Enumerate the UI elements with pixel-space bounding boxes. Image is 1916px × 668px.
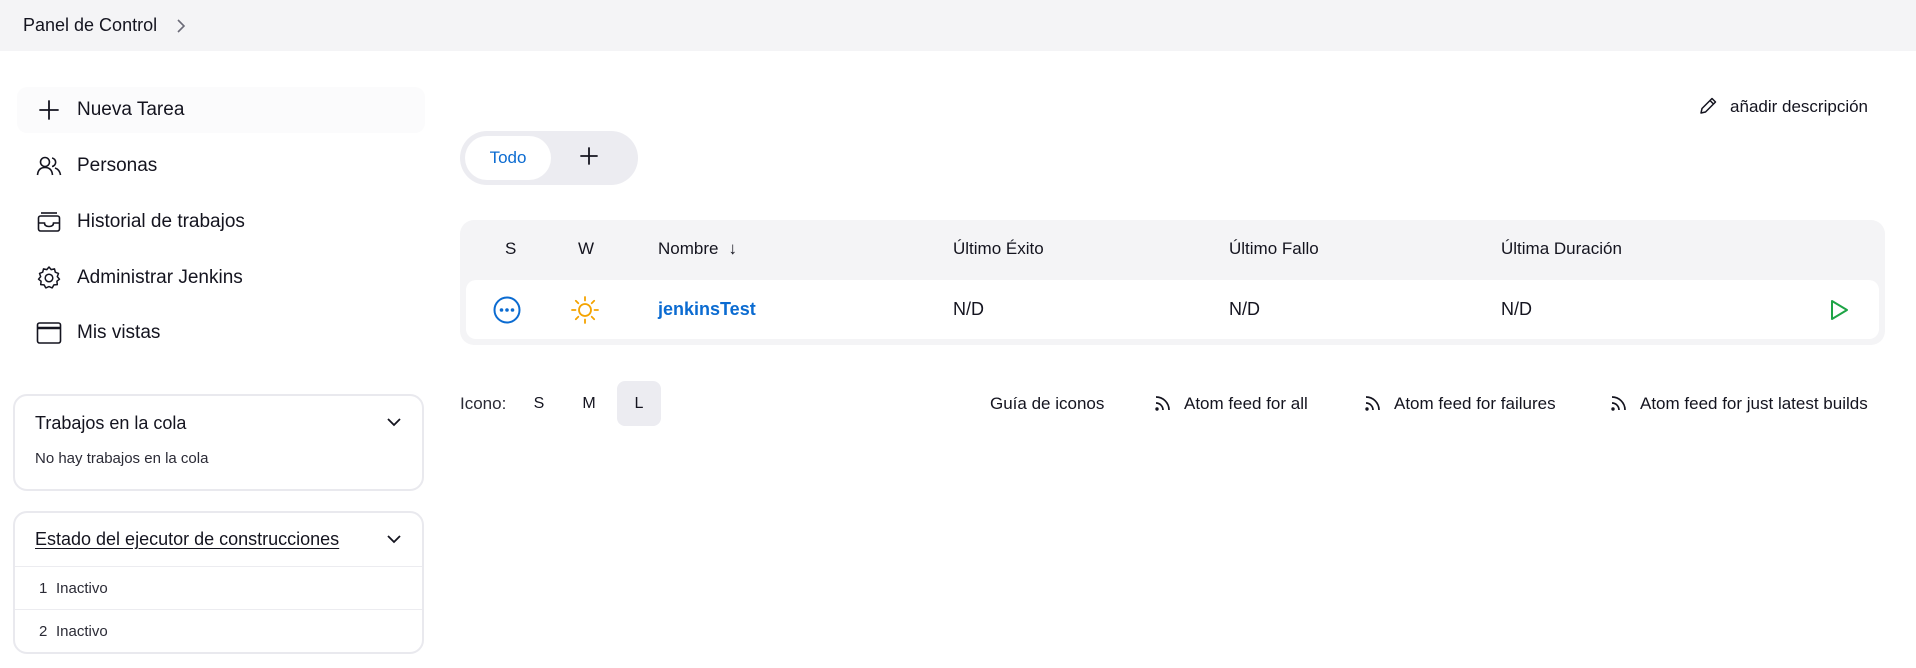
sort-arrow-icon: ↓ [728,239,737,258]
window-icon [35,319,63,347]
chevron-down-icon[interactable] [386,414,402,432]
atom-feed-all-link[interactable]: Atom feed for all [1154,381,1308,426]
sidebar-item-my-views[interactable]: Mis vistas [17,310,425,356]
plus-icon [35,96,63,124]
executor-row: 1 Inactivo [15,566,422,609]
sidebar-item-build-history[interactable]: Historial de trabajos [17,199,425,245]
sidebar-item-new-item[interactable]: Nueva Tarea [17,87,425,133]
breadcrumb: Panel de Control [0,0,1916,51]
people-icon [35,152,63,180]
executor-number: 2 [39,622,48,640]
sidebar-item-people[interactable]: Personas [17,143,425,189]
build-queue-pane: Trabajos en la cola No hay trabajos en l… [13,394,424,491]
column-last-success[interactable]: Último Éxito [953,220,1044,278]
projects-table: S W Nombre ↓ Último Éxito Último Fallo Ú… [460,220,1885,345]
rss-icon [1610,394,1630,414]
executor-status: Inactivo [56,622,108,640]
sidebar-item-label: Administrar Jenkins [77,267,243,288]
column-name-label: Nombre [658,239,719,258]
chevron-down-icon[interactable] [386,531,402,549]
new-view-button[interactable] [559,136,619,180]
icon-size-m-button[interactable]: M [567,381,611,426]
column-status[interactable]: S [505,220,516,278]
view-tabs: Todo [460,131,638,185]
icon-size-l-button[interactable]: L [617,381,661,426]
executor-number: 1 [39,579,48,597]
not-built-icon [492,280,522,339]
run-build-icon[interactable] [1827,280,1851,339]
rss-icon [1154,394,1174,414]
executors-title[interactable]: Estado del ejecutor de construcciones [35,529,339,550]
plus-icon [580,146,598,170]
add-description-label: añadir descripción [1730,97,1868,116]
atom-feed-latest-label: Atom feed for just latest builds [1640,393,1868,413]
breadcrumb-dashboard[interactable]: Panel de Control [23,15,157,36]
build-queue-empty-text: No hay trabajos en la cola [35,450,209,467]
executors-pane: Estado del ejecutor de construcciones 1 … [13,511,424,654]
icon-size-label: Icono: [460,393,507,413]
atom-feed-all-label: Atom feed for all [1184,393,1308,413]
column-last-failure[interactable]: Último Fallo [1229,220,1319,278]
inbox-icon [35,208,63,236]
rss-icon [1364,394,1384,414]
executor-status: Inactivo [56,579,108,597]
sidebar-item-manage-jenkins[interactable]: Administrar Jenkins [17,255,425,301]
sidebar-item-label: Historial de trabajos [77,211,245,232]
icon-legend-link[interactable]: Guía de iconos [990,381,1104,426]
table-row: jenkinsTest N/D N/D N/D [466,280,1879,339]
add-description-button[interactable]: añadir descripción [1698,96,1868,118]
column-name[interactable]: Nombre ↓ [658,220,737,278]
last-duration-value: N/D [1501,299,1532,319]
last-failure-value: N/D [1229,299,1260,319]
job-link[interactable]: jenkinsTest [658,299,756,320]
last-success-value: N/D [953,299,984,319]
atom-feed-latest-link[interactable]: Atom feed for just latest builds [1610,381,1868,426]
sidebar-item-label: Nueva Tarea [77,99,185,120]
sunny-icon [570,280,600,339]
gear-icon [35,264,63,292]
table-footer: Icono: S M L Guía de iconos Atom feed fo… [460,381,1885,426]
executor-row: 2 Inactivo [15,609,422,652]
sidebar-item-label: Mis vistas [77,322,161,343]
sidebar-item-label: Personas [77,155,158,176]
atom-feed-failures-link[interactable]: Atom feed for failures [1364,381,1556,426]
build-queue-title: Trabajos en la cola [35,412,187,433]
table-header: S W Nombre ↓ Último Éxito Último Fallo Ú… [460,220,1885,278]
pencil-icon [1698,96,1720,118]
chevron-right-icon[interactable] [175,18,189,33]
icon-size-s-button[interactable]: S [517,381,561,426]
column-weather[interactable]: W [578,220,594,278]
atom-feed-failures-label: Atom feed for failures [1394,393,1556,413]
column-last-duration[interactable]: Última Duración [1501,220,1622,278]
tab-all[interactable]: Todo [465,136,551,180]
